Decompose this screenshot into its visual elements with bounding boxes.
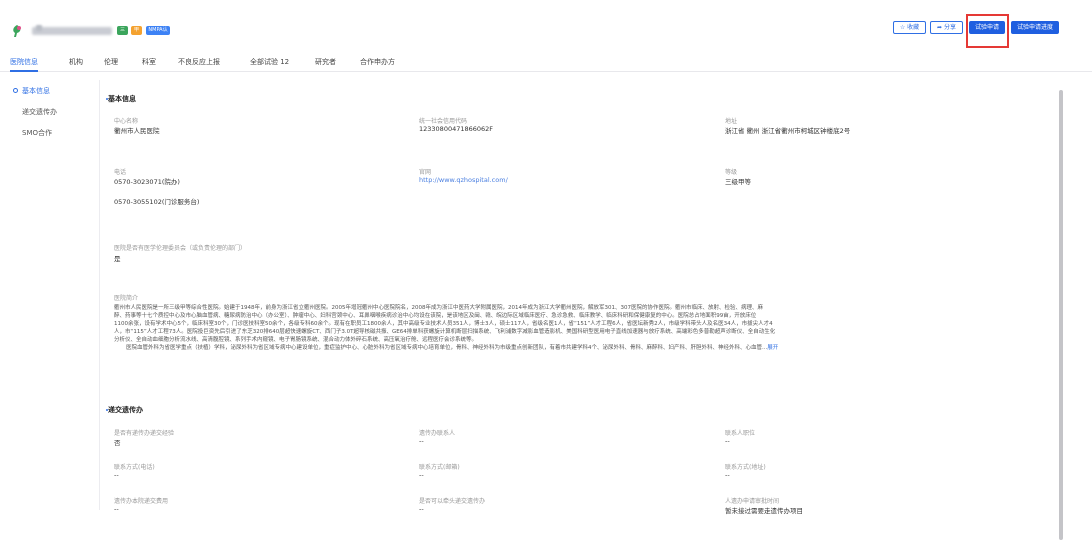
genetic-experience-label: 是否有递传办递交经验 [114, 430, 175, 437]
share-button[interactable]: ➦ 分享 [930, 21, 963, 34]
approval-time-label: 人遗办申请审批时间 [725, 498, 780, 505]
genetic-experience-value: 否 [114, 439, 121, 447]
intro-last-text: 医院血管外科为省医学重点（扶植）学科，泌尿外科为省区域专病中心建设单位，重症监护… [126, 345, 768, 351]
favorite-button[interactable]: ☆ 收藏 [893, 21, 926, 34]
tab-all-trials[interactable]: 全部试验 12 [250, 57, 289, 67]
level-value: 三级甲等 [725, 178, 751, 186]
address-value: 浙江省 衢州 浙江省衢州市柯城区钟楼底2号 [725, 127, 851, 135]
contact-email-label: 联系方式(邮箱) [419, 464, 460, 471]
level-badge: 三级 [117, 26, 128, 42]
grade-badge: 甲等 [131, 26, 142, 42]
tab-adverse-report[interactable]: 不良反应上报 [178, 57, 220, 67]
intro-line-last: 医院血管外科为省医学重点（扶植）学科，泌尿外科为省区域专病中心建设单位，重症监护… [114, 344, 1054, 352]
tab-sponsors[interactable]: 合作申办方 [360, 57, 395, 67]
website-link[interactable]: http://www.qzhospital.com/ [419, 176, 508, 184]
submission-fee-label: 遗传办本院递交费用 [114, 498, 169, 505]
lead-submission-value: -- [419, 505, 424, 513]
intro-line: 衢州市人民医院是一所三级甲等综合性医院。始建于1948年，前身为浙江省立衢州医院… [114, 305, 763, 311]
contact-address-label: 联系方式(地址) [725, 464, 766, 471]
certification-badge: NMPA认定 [146, 26, 170, 42]
tab-ethics[interactable]: 伦理 [104, 57, 118, 67]
credit-code-value: 12330800471866062F [419, 125, 494, 133]
genetic-contact-label: 遗传办联系人 [419, 430, 456, 437]
page-header: 三级 甲等 NMPA认定 ☆ 收藏 ➦ 分享 试验申请 试验申请进度 [0, 0, 1092, 48]
scrollbar[interactable] [1059, 90, 1063, 540]
tab-researchers[interactable]: 研究者 [315, 57, 336, 67]
contact-address-value: -- [725, 471, 730, 479]
tab-hospital-info[interactable]: 医院信息 [10, 57, 38, 67]
highlight-box [966, 14, 1009, 48]
contact-position-value: -- [725, 437, 730, 445]
phone-value-1: 0570-3023071(院办) [114, 178, 180, 186]
phone-value-2: 0570-3055102(门诊服务台) [114, 198, 200, 206]
hospital-name-redacted-mark [36, 25, 42, 31]
lead-submission-label: 是否可以牵头递交遗传办 [419, 498, 486, 505]
intro-line: 人，市“115”人才工程73人。医院投巨资先后引进了东芝320排640层超快速螺… [114, 329, 776, 335]
contact-phone-value: -- [114, 471, 119, 479]
hospital-intro: 衢州市人民医院是一所三级甲等综合性医院。始建于1948年，前身为浙江省立衢州医院… [114, 304, 1054, 352]
tab-departments[interactable]: 科室 [142, 57, 156, 67]
intro-line: 分析仪、全自动血细胞分析流水线、高清腹腔镜、系列手术内窥镜、电子胃肠镜系统、混合… [114, 337, 478, 343]
approval-time-value: 暂未接过需要走遗传办项目 [725, 507, 803, 515]
contact-position-label: 联系人职位 [725, 430, 756, 437]
name-value: 衢州市人民医院 [114, 127, 160, 135]
section-title-basic: 基本信息 [108, 95, 136, 103]
contact-phone-label: 联系方式(电话) [114, 464, 155, 471]
phone-label: 电话 [114, 169, 127, 176]
active-tab-indicator [10, 70, 38, 72]
intro-line: 1100余张，设有学术中心5个，临床科室30个，门诊医技科室50余个，各级专科6… [114, 321, 773, 327]
address-label: 地址 [725, 118, 738, 125]
sidebar [0, 80, 100, 510]
credit-code-label: 统一社会信用代码 [419, 118, 468, 125]
ethics-committee-label: 医院是否有医学伦理委员会（或负责伦理的部门） [114, 245, 247, 252]
hospital-name-redacted [32, 27, 112, 35]
expand-link[interactable]: 展开 [767, 345, 778, 351]
tab-bar: 医院信息 机构 伦理 科室 不良反应上报 全部试验 12 研究者 合作申办方 [0, 54, 1092, 72]
website-label: 官网 [419, 169, 432, 176]
tab-institution[interactable]: 机构 [69, 57, 83, 67]
intro-line: 醉、药事等十七个质控中心及市心脑血管病、糖尿病防治中心（办公室）、肿瘤中心、妇科… [114, 313, 757, 319]
trial-progress-button[interactable]: 试验申请进度 [1011, 21, 1059, 34]
submission-fee-value: -- [114, 505, 119, 513]
ethics-committee-value: 是 [114, 255, 121, 263]
genetic-contact-value: -- [419, 437, 424, 445]
hospital-logo-icon [13, 25, 21, 37]
level-label: 等级 [725, 169, 738, 176]
contact-email-value: -- [419, 471, 424, 479]
intro-label: 医院简介 [114, 295, 139, 302]
name-label: 中心名称 [114, 118, 139, 125]
section-title-genetic: 递交遗传办 [108, 406, 143, 414]
